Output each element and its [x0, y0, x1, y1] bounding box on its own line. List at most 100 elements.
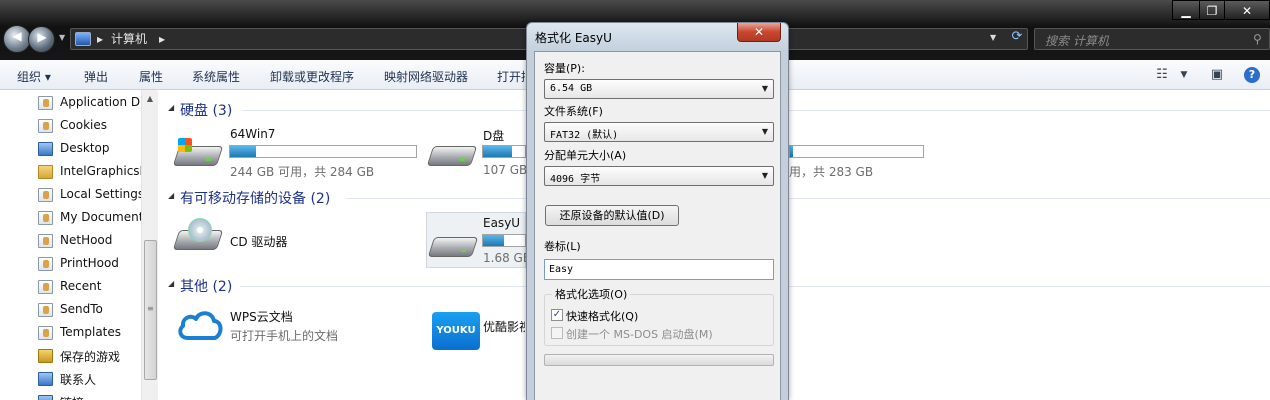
drive-name: CD 驱动器 — [230, 235, 288, 249]
usb-drive-icon — [427, 225, 479, 263]
organize-menu[interactable]: 组织 ▾ — [17, 68, 51, 85]
contacts-folder-icon — [38, 372, 53, 386]
user-folder-icon — [38, 211, 53, 225]
format-progress-bar — [544, 354, 774, 366]
nav-item-nethood[interactable]: NetHood — [38, 231, 143, 251]
item-description: 可打开手机上的文档 — [230, 329, 339, 343]
open-control-panel-button[interactable]: 打开控制面板 — [497, 68, 525, 85]
change-view-icon[interactable]: ☷ — [1154, 67, 1170, 83]
nav-item-printhood[interactable]: PrintHood — [38, 254, 143, 274]
nav-item-application-data[interactable]: Application D — [38, 93, 143, 113]
nav-item-links[interactable]: 链接 — [38, 392, 143, 400]
drive-name: 64Win7 — [230, 127, 276, 141]
crumb-computer[interactable]: 计算机 — [111, 32, 147, 46]
crumb-separator-icon[interactable]: ▸ — [159, 32, 165, 46]
back-button[interactable]: ◀ — [3, 25, 31, 53]
item-name: WPS云文档 — [230, 310, 293, 324]
chevron-down-icon: ▼ — [761, 171, 768, 180]
format-options-legend: 格式化选项(O) — [552, 286, 631, 302]
collapse-arrow-icon[interactable]: ◢ — [168, 191, 178, 200]
chevron-down-icon: ▼ — [761, 84, 768, 93]
nav-item-local-settings[interactable]: Local Settings — [38, 185, 143, 205]
quick-format-checkbox[interactable]: ✓ — [551, 309, 563, 321]
nav-item-contacts[interactable]: 联系人 — [38, 369, 143, 389]
filesystem-select[interactable]: FAT32 (默认) ▼ — [544, 122, 774, 142]
allocation-select[interactable]: 4096 字节 ▼ — [544, 166, 774, 186]
volume-label-input[interactable]: Easy — [544, 259, 774, 280]
nav-item-recent[interactable]: Recent — [38, 277, 143, 297]
drive-size: 用，共 283 GB — [789, 165, 874, 179]
filesystem-value: FAT32 (默认) — [550, 130, 619, 141]
drive-size: 244 GB 可用，共 284 GB — [230, 165, 375, 179]
nav-item-templates[interactable]: Templates — [38, 323, 143, 343]
navigation-pane: Application D Cookies Desktop IntelGraph… — [0, 90, 158, 400]
group-title: 有可移动存储的设备 (2) — [180, 191, 331, 207]
nav-item-desktop[interactable]: Desktop — [38, 139, 143, 159]
maximize-button[interactable]: ❐ — [1199, 0, 1225, 20]
group-divider — [346, 198, 1270, 199]
properties-button[interactable]: 属性 — [139, 68, 163, 85]
filesystem-label: 文件系统(F) — [544, 105, 603, 118]
nav-item-sendto[interactable]: SendTo — [38, 300, 143, 320]
capacity-value: 6.54 GB — [550, 83, 593, 94]
nav-item-cookies[interactable]: Cookies — [38, 116, 143, 136]
close-window-button[interactable]: ✕ — [1224, 0, 1270, 20]
quick-format-label[interactable]: 快速格式化(Q) — [566, 308, 638, 324]
nav-item-intelgraphics[interactable]: IntelGraphicsP — [38, 162, 143, 182]
minimize-button[interactable]: ▁ — [1172, 0, 1200, 20]
user-folder-icon — [38, 96, 53, 110]
user-folder-icon — [38, 188, 53, 202]
collapse-arrow-icon[interactable]: ◢ — [168, 103, 178, 112]
preview-pane-icon[interactable]: ▣ — [1209, 67, 1225, 83]
dialog-title: 格式化 EasyU — [535, 31, 612, 45]
uninstall-program-button[interactable]: 卸载或更改程序 — [270, 68, 354, 85]
nav-item-my-documents[interactable]: My Document — [38, 208, 143, 228]
user-folder-icon — [38, 326, 53, 340]
dialog-titlebar[interactable]: 格式化 EasyU ✕ — [527, 23, 788, 51]
item-name: 优酷影视库 — [483, 320, 525, 334]
msdos-disk-label: 创建一个 MS-DOS 启动盘(M) — [566, 328, 713, 341]
drive-easyu[interactable]: EasyU 1.68 GB — [426, 212, 531, 268]
system-drive-icon — [172, 134, 224, 172]
dialog-close-button[interactable]: ✕ — [737, 23, 781, 42]
collapse-arrow-icon[interactable]: ◢ — [168, 279, 178, 288]
usage-fill — [483, 235, 504, 246]
capacity-select[interactable]: 6.54 GB ▼ — [544, 79, 774, 99]
group-title: 硬盘 (3) — [180, 103, 233, 119]
scrollbar-thumb[interactable]: ≡ — [144, 240, 157, 380]
volume-label-caption: 卷标(L) — [544, 240, 581, 253]
allocation-value: 4096 字节 — [550, 174, 601, 185]
crumb-separator-icon[interactable]: ▸ — [97, 32, 103, 46]
refresh-icon[interactable]: ⟳ — [1006, 29, 1028, 49]
allocation-label: 分配单元大小(A) — [544, 149, 627, 162]
search-placeholder: 搜索 计算机 — [1045, 34, 1109, 48]
scroll-up-arrow-icon[interactable]: ▲ — [142, 92, 158, 106]
view-dropdown-icon[interactable]: ▼ — [1176, 67, 1192, 83]
system-properties-button[interactable]: 系统属性 — [192, 68, 240, 85]
forward-button[interactable]: ▶ — [28, 26, 55, 53]
nav-scrollbar[interactable]: ▲ ≡ — [141, 90, 158, 400]
drive-name: D盘 — [483, 129, 505, 143]
drive-size: 107 GB — [483, 163, 528, 177]
close-icon: ✕ — [753, 25, 765, 39]
group-title: 其他 (2) — [180, 279, 233, 295]
restore-defaults-button[interactable]: 还原设备的默认值(D) — [545, 205, 679, 226]
msdos-disk-checkbox — [551, 327, 563, 339]
volume-label-value: Easy — [549, 264, 574, 275]
eject-button[interactable]: 弹出 — [84, 68, 108, 85]
map-network-drive-button[interactable]: 映射网络驱动器 — [384, 68, 468, 85]
history-dropdown-icon[interactable]: ▼ — [59, 34, 67, 42]
search-icon[interactable]: ⚲ — [1253, 32, 1267, 46]
search-box[interactable]: 搜索 计算机 ⚲ — [1034, 28, 1270, 50]
grip-icon: ≡ — [147, 304, 154, 313]
usage-fill — [230, 146, 257, 157]
user-folder-icon — [38, 119, 53, 133]
nav-item-saved-games[interactable]: 保存的游戏 — [38, 346, 143, 366]
cd-drive-icon — [172, 218, 224, 256]
recent-folder-icon — [38, 280, 53, 294]
dialog-body: 容量(P): 6.54 GB ▼ 文件系统(F) FAT32 (默认) ▼ 分配… — [534, 51, 781, 400]
user-folder-icon — [38, 234, 53, 248]
address-dropdown-icon[interactable]: ▼ — [990, 33, 1000, 43]
organize-label: 组织 — [17, 70, 42, 84]
help-icon[interactable]: ? — [1244, 67, 1260, 83]
